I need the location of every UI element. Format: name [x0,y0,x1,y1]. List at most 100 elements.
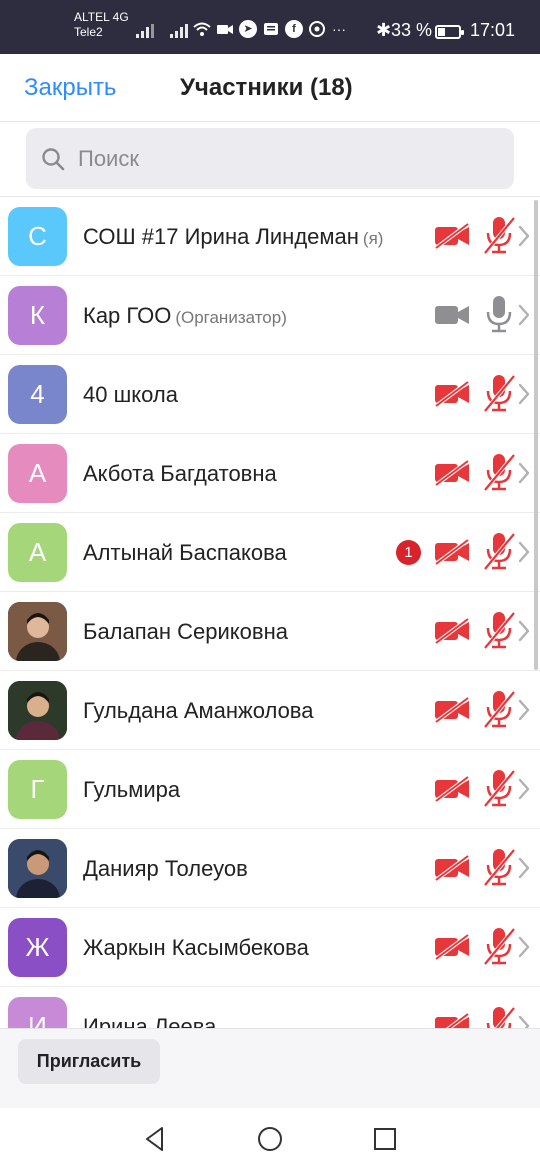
participant-name: СОШ #17 Ирина Линдеман (я) [83,224,383,250]
close-button[interactable]: Закрыть [24,74,116,102]
chevron-right-icon[interactable] [516,224,532,248]
video-off-icon[interactable] [434,776,470,802]
participant-name-text: Кар ГОО [83,303,172,328]
participant-name-text: Данияр Толеуов [83,856,248,881]
avatar-photo [8,839,67,898]
participant-role: (я) [362,229,384,248]
participant-name-text: Ирина Леева [83,1014,217,1028]
participant-row[interactable]: А Алтынай Баспакова 1 [0,513,540,592]
unread-badge: 1 [396,540,421,565]
avatar [8,602,67,661]
facebook-icon: f [285,20,303,38]
chevron-right-icon[interactable] [516,1014,532,1028]
avatar: И [8,997,67,1028]
chevron-right-icon[interactable] [516,461,532,485]
participant-name: Ирина Леева [83,1014,216,1028]
participant-name: Жаркын Касымбекова [83,935,309,961]
participant-row[interactable]: К Кар ГОО (Организатор) [0,276,540,355]
participant-row[interactable]: А Акбота Багдатовна [0,434,540,513]
participant-name: Алтынай Баспакова [83,540,287,566]
wifi-icon [193,22,211,36]
video-off-icon[interactable] [434,539,470,565]
participant-row[interactable]: Балапан Сериковна [0,592,540,671]
participant-name: Данияр Толеуов [83,856,248,882]
chevron-right-icon[interactable] [516,698,532,722]
invite-button[interactable]: Пригласить [18,1039,160,1084]
video-off-icon[interactable] [434,1013,470,1028]
search-input[interactable] [78,128,498,189]
video-off-icon[interactable] [434,460,470,486]
participant-name-text: Балапан Сериковна [83,619,288,644]
participant-name: Гульмира [83,777,180,803]
system-nav-bar [0,1108,540,1170]
participant-list[interactable]: С СОШ #17 Ирина Линдеман (я) К Кар ГОО (Орган… [0,197,540,1028]
recents-icon[interactable] [370,1124,400,1154]
video-off-icon[interactable] [434,934,470,960]
participant-name-text: Гульдана Аманжолова [83,698,314,723]
avatar: А [8,523,67,582]
chevron-right-icon[interactable] [516,619,532,643]
mic-on-icon[interactable] [482,294,516,334]
chevron-right-icon[interactable] [516,856,532,880]
chevron-right-icon[interactable] [516,935,532,959]
signal-icon [170,22,190,38]
carrier-top: ALTEL 4G [74,10,129,24]
mic-off-icon[interactable] [482,1005,516,1028]
chevron-right-icon[interactable] [516,303,532,327]
video-on-icon[interactable] [434,302,470,328]
back-icon[interactable] [140,1124,170,1154]
mic-off-icon[interactable] [482,847,516,887]
avatar [8,839,67,898]
scrollbar[interactable] [534,200,538,670]
participant-name-text: Акбота Багдатовна [83,461,277,486]
participant-name: 40 школа [83,382,178,408]
avatar: 4 [8,365,67,424]
chevron-right-icon[interactable] [516,540,532,564]
participant-role: (Организатор) [175,308,287,327]
participant-name-text: 40 школа [83,382,178,407]
mic-off-icon[interactable] [482,531,516,571]
video-off-icon[interactable] [434,618,470,644]
participant-name: Гульдана Аманжолова [83,698,313,724]
participant-name-text: СОШ #17 Ирина Линдеман [83,224,359,249]
bottom-bar: Пригласить [0,1028,540,1108]
video-off-icon[interactable] [434,381,470,407]
video-off-icon[interactable] [434,223,470,249]
participant-row[interactable]: С СОШ #17 Ирина Линдеман (я) [0,197,540,276]
avatar-photo [8,602,67,661]
video-off-icon[interactable] [434,697,470,723]
battery-percent: 33 % [391,20,433,40]
battery-icon [435,25,464,39]
chevron-right-icon[interactable] [516,777,532,801]
mic-off-icon[interactable] [482,768,516,808]
video-off-icon[interactable] [434,855,470,881]
status-bar: ALTEL 4G Tele2 ➤ f ··· ✱ 33 % 17:01 [0,0,540,54]
mic-off-icon[interactable] [482,373,516,413]
mic-off-icon[interactable] [482,452,516,492]
participant-row[interactable]: Гульдана Аманжолова [0,671,540,750]
participant-row[interactable]: 4 40 школа [0,355,540,434]
mic-off-icon[interactable] [482,689,516,729]
participant-row[interactable]: Данияр Толеуов [0,829,540,908]
page-title: Участники (18) [180,74,353,101]
video-camera-icon [217,25,233,34]
mic-off-icon[interactable] [482,215,516,255]
search-bar[interactable] [26,128,514,189]
participant-row[interactable]: И Ирина Леева [0,987,540,1028]
carrier-bottom: Tele2 [74,25,103,39]
participant-row[interactable]: Ж Жаркын Касымбекова [0,908,540,987]
chrome-icon [309,21,325,37]
signal-icon [136,22,156,38]
participant-name-text: Жаркын Касымбекова [83,935,309,960]
participant-name: Кар ГОО (Организатор) [83,303,287,329]
more-notifications-icon: ··· [332,21,346,37]
home-icon[interactable] [255,1124,285,1154]
mic-off-icon[interactable] [482,926,516,966]
mic-off-icon[interactable] [482,610,516,650]
chevron-right-icon[interactable] [516,382,532,406]
header: Закрыть Участники (18) [0,54,540,122]
avatar-photo [8,681,67,740]
clock: 17:01 [470,20,516,40]
avatar: К [8,286,67,345]
participant-row[interactable]: Г Гульмира [0,750,540,829]
